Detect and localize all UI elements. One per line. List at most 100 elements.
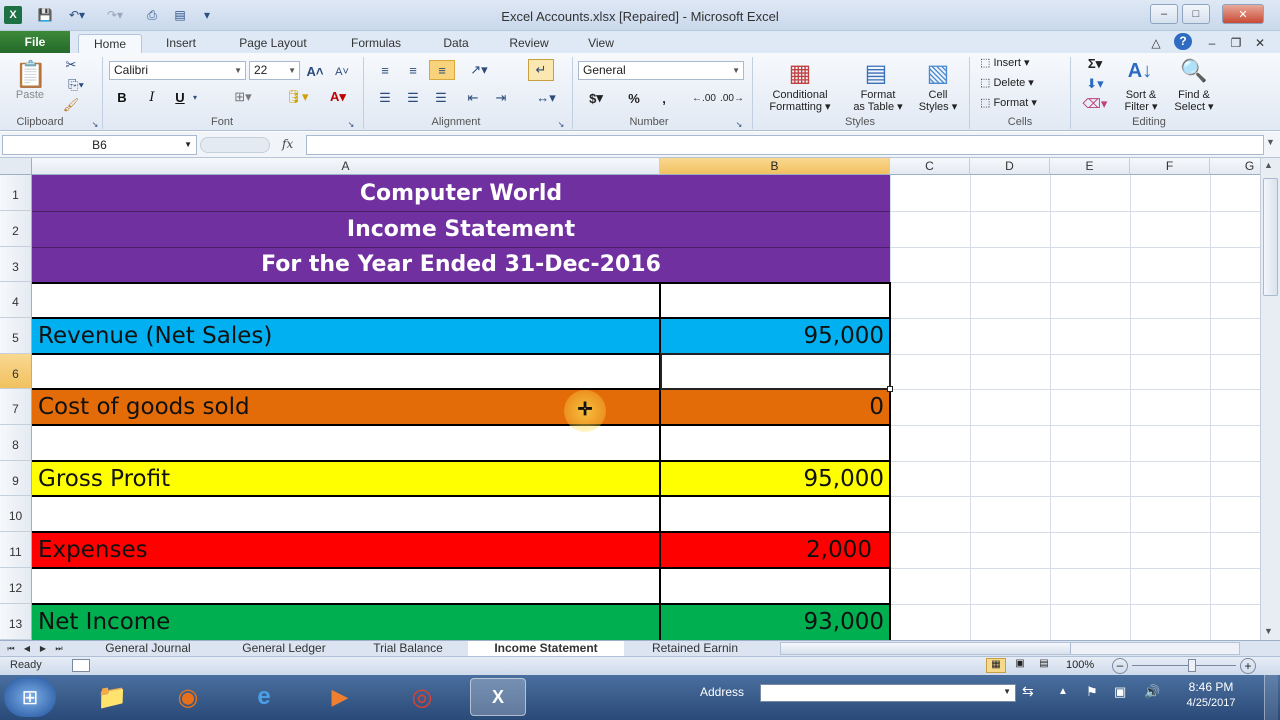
cell-a5[interactable]: Revenue (Net Sales) <box>32 318 660 354</box>
copy-icon[interactable]: ⎘▾ <box>62 77 90 93</box>
column-header-c[interactable]: C <box>890 158 970 175</box>
macro-record-icon[interactable] <box>72 659 90 672</box>
increase-indent-icon[interactable]: ⇥ <box>492 89 510 107</box>
italic-button[interactable]: I <box>144 88 160 106</box>
column-header-a[interactable]: A <box>32 158 660 175</box>
expand-formula-bar-icon[interactable]: ▼ <box>1266 137 1275 147</box>
decrease-indent-icon[interactable]: ⇤ <box>464 89 482 107</box>
decrease-decimal-button[interactable]: .00 → <box>720 89 744 107</box>
tab-home[interactable]: Home <box>78 34 142 53</box>
action-center-icon[interactable]: ⚑ <box>1086 684 1098 700</box>
cell-b13[interactable]: 93,000 <box>660 604 890 640</box>
sheet-tab-income-statement[interactable]: Income Statement <box>468 641 624 656</box>
sheet-title-company[interactable]: Computer World <box>32 175 890 211</box>
underline-dropdown-icon[interactable]: ▾ <box>190 88 200 106</box>
tab-view[interactable]: View <box>572 34 630 53</box>
clock-date[interactable]: 4/25/2017 <box>1176 697 1246 709</box>
percent-button[interactable]: % <box>624 89 644 107</box>
column-header-f[interactable]: F <box>1130 158 1210 175</box>
number-format-select[interactable]: General ▼ <box>578 61 744 80</box>
doc-restore-icon[interactable]: ❐ <box>1228 34 1244 53</box>
normal-view-icon[interactable]: ▦ <box>986 658 1006 673</box>
paste-button[interactable]: Paste <box>10 89 50 101</box>
format-painter-icon[interactable]: 🖌 <box>62 97 80 113</box>
sheet-title-statement[interactable]: Income Statement <box>32 211 890 247</box>
zoom-slider-thumb[interactable] <box>1188 659 1196 672</box>
orientation-icon[interactable]: ↗▾ <box>464 61 494 79</box>
go-icon[interactable]: ⇆ <box>1022 683 1048 703</box>
name-box[interactable]: B6 ▼ <box>2 135 197 155</box>
borders-icon[interactable]: ⊞▾ <box>224 88 262 106</box>
cell-a9[interactable]: Gross Profit <box>32 461 660 496</box>
sheet-title-period[interactable]: For the Year Ended 31-Dec-2016 <box>32 247 890 282</box>
row-header-3[interactable]: 3 <box>0 247 32 282</box>
vertical-scrollbar[interactable]: ▲ ▼ <box>1260 158 1280 640</box>
cell-styles-button[interactable]: Cell Styles ▾ <box>912 89 964 113</box>
show-desktop-button[interactable] <box>1264 675 1278 720</box>
underline-button[interactable]: U <box>172 88 188 106</box>
fill-icon[interactable]: ⬇▾ <box>1080 76 1110 92</box>
horizontal-scroll-thumb[interactable] <box>781 643 1071 654</box>
row-header-12[interactable]: 12 <box>0 568 32 604</box>
close-button[interactable]: ✕ <box>1222 4 1264 24</box>
sheet-tab-retained-earnings[interactable]: Retained Earnin <box>636 641 754 656</box>
insert-function-button[interactable]: fx <box>282 137 293 151</box>
selected-cell-b6[interactable] <box>660 353 891 390</box>
conditional-formatting-icon[interactable]: ▦ <box>782 57 818 89</box>
number-launcher-icon[interactable]: ↘ <box>734 119 744 129</box>
row-header-4[interactable]: 4 <box>0 282 32 318</box>
zoom-level[interactable]: 100% <box>1066 659 1094 671</box>
autosum-icon[interactable]: Σ▾ <box>1080 56 1110 72</box>
row-header-11[interactable]: 11 <box>0 532 32 568</box>
clipboard-launcher-icon[interactable]: ↘ <box>90 119 100 129</box>
first-sheet-icon[interactable]: ⏮ <box>4 641 18 656</box>
clear-icon[interactable]: ⌫▾ <box>1080 96 1110 112</box>
align-bottom-icon[interactable]: ≡ <box>429 60 455 80</box>
row-header-6[interactable]: 6 <box>0 354 32 389</box>
delete-cells-button[interactable]: ⬚ Delete ▾ <box>980 77 1064 89</box>
prev-sheet-icon[interactable]: ◀ <box>20 641 34 656</box>
row-header-5[interactable]: 5 <box>0 318 32 354</box>
vertical-scroll-thumb[interactable] <box>1263 178 1278 296</box>
excel-taskbar-icon[interactable]: X <box>470 678 526 716</box>
comma-button[interactable]: , <box>656 89 672 107</box>
doc-minimize-icon[interactable]: – <box>1204 34 1220 53</box>
volume-icon[interactable]: 🔊 <box>1144 684 1160 700</box>
worksheet-grid[interactable]: A B C D E F G 1 2 3 4 5 6 7 8 9 10 11 12… <box>0 158 1260 640</box>
format-cells-button[interactable]: ⬚ Format ▾ <box>980 97 1064 109</box>
bold-button[interactable]: B <box>114 88 130 106</box>
font-launcher-icon[interactable]: ↘ <box>346 119 356 129</box>
network-icon[interactable]: ▣ <box>1114 684 1126 700</box>
start-button[interactable]: ⊞ <box>4 677 56 717</box>
tab-page-layout[interactable]: Page Layout <box>222 34 324 53</box>
media-player-icon[interactable]: ▶ <box>312 678 368 716</box>
formula-input[interactable] <box>306 135 1264 155</box>
page-layout-view-icon[interactable]: ▣ <box>1010 658 1030 673</box>
sheet-tab-trial-balance[interactable]: Trial Balance <box>358 641 458 656</box>
currency-button[interactable]: $ ▾ <box>584 89 608 107</box>
format-as-table-button[interactable]: Format as Table ▾ <box>846 89 910 113</box>
align-center-icon[interactable]: ☰ <box>404 89 422 107</box>
scroll-down-icon[interactable]: ▼ <box>1264 626 1273 636</box>
wrap-text-icon[interactable]: ↵ <box>528 59 554 81</box>
last-sheet-icon[interactable]: ⏭ <box>52 641 66 656</box>
cut-icon[interactable]: ✂ <box>62 57 80 73</box>
minimize-button[interactable]: – <box>1150 4 1178 24</box>
insert-cells-button[interactable]: ⬚ Insert ▾ <box>980 57 1064 69</box>
font-name-select[interactable]: Calibri ▼ <box>109 61 246 80</box>
row-header-7[interactable]: 7 <box>0 389 32 425</box>
clock-time[interactable]: 8:46 PM <box>1176 680 1246 694</box>
cell-a13[interactable]: Net Income <box>32 604 660 640</box>
zoom-in-icon[interactable]: + <box>1240 658 1256 674</box>
zoom-out-icon[interactable]: – <box>1112 658 1128 674</box>
column-header-b[interactable]: B <box>660 158 890 175</box>
tab-formulas[interactable]: Formulas <box>336 34 416 53</box>
page-break-view-icon[interactable]: ▤ <box>1034 658 1054 673</box>
tab-data[interactable]: Data <box>428 34 484 53</box>
find-select-button[interactable]: Find & Select ▾ <box>1168 89 1220 113</box>
sort-filter-icon[interactable]: A↓ <box>1122 55 1158 87</box>
chrome-icon[interactable]: ◎ <box>394 678 450 716</box>
align-middle-icon[interactable]: ≡ <box>404 61 422 79</box>
merge-center-icon[interactable]: ↔▾ <box>528 89 564 107</box>
tab-insert[interactable]: Insert <box>150 34 212 53</box>
